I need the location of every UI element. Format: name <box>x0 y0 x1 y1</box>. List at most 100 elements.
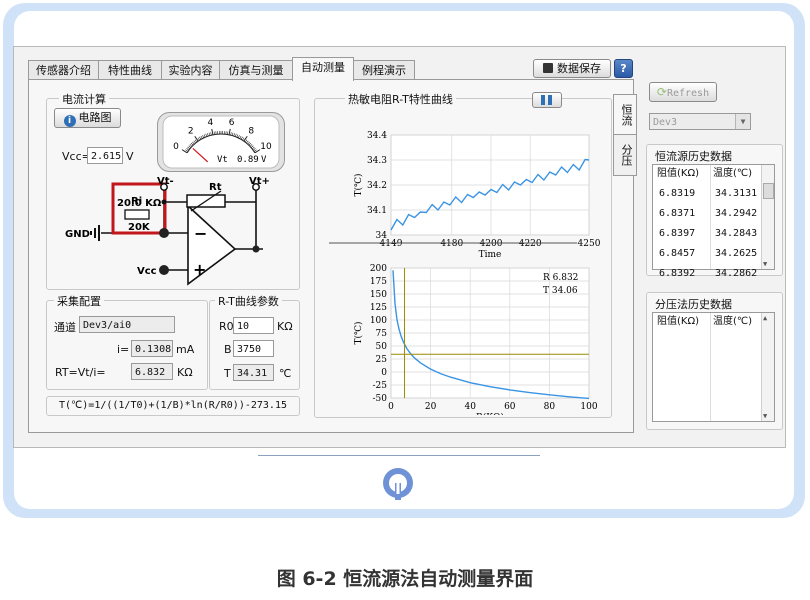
cc-history-title: 恒流源历史数据 <box>652 148 735 164</box>
y-axis-title: T(℃) <box>353 321 364 344</box>
vcc-input[interactable]: 2.615 <box>87 147 123 164</box>
y-tick-label: 34.3 <box>367 156 387 166</box>
current-i-unit: mA <box>176 343 195 356</box>
scroll-thumb[interactable] <box>763 183 774 199</box>
x-tick-label: 4180 <box>440 239 463 249</box>
tab-auto-measure[interactable]: 自动测量 <box>292 57 354 81</box>
tab-constant-current[interactable]: 恒流 <box>613 94 637 136</box>
save-icon <box>543 63 553 73</box>
r0-param-label: R0 <box>219 320 234 333</box>
y-tick-label: 75 <box>376 329 388 339</box>
cc-history-scrollbar[interactable]: ▼ <box>761 165 774 269</box>
footer-divider <box>258 455 540 456</box>
chevron-down-icon: ▼ <box>735 114 750 129</box>
cursor-readout: R 6.832 <box>543 273 578 283</box>
gnd-label: GND <box>65 229 90 240</box>
scroll-down-icon[interactable]: ▼ <box>763 412 767 420</box>
current-i-label: i= <box>117 343 130 356</box>
b-param-label: B <box>224 343 232 356</box>
rt-charts: 4149 4180 4200 4220 42503434.134.234.334.4Ti… <box>329 131 601 415</box>
cc-row-resistance: 6.8457 <box>659 248 696 259</box>
t-param-label: T <box>224 367 231 380</box>
refresh-icon: ⟳ <box>656 85 667 99</box>
y-tick-label: 200 <box>370 264 387 274</box>
y-tick-label: 34.2 <box>367 181 387 191</box>
y-tick-label: 34.1 <box>367 206 387 216</box>
current-i-value: 0.1308 <box>131 340 173 357</box>
vd-history-title: 分压法历史数据 <box>652 296 735 312</box>
refresh-button[interactable]: ⟳Refresh <box>649 82 717 102</box>
rt-params-title: R-T曲线参数 <box>215 293 282 309</box>
vd-history-table[interactable]: 阻值(KΩ) 温度(℃) ▲ ▼ <box>652 312 775 422</box>
meter-tick-label: 6 <box>229 118 235 128</box>
channel-input[interactable]: Dev3/ai0 <box>79 316 175 333</box>
channel-label: 通道 <box>54 321 76 334</box>
save-data-label: 数据保存 <box>557 62 601 75</box>
cc-history-table[interactable]: 阻值(KΩ) 温度(℃) 6.8319 34.3131 6.8371 34.2942 6… <box>652 164 775 279</box>
cc-row-temperature: 34.2942 <box>715 208 758 219</box>
x-axis-title: Time <box>479 250 502 260</box>
app-logo-icon <box>383 468 413 500</box>
cc-row-temperature: 34.2862 <box>715 268 758 279</box>
tab-characteristic[interactable]: 特性曲线 <box>98 60 162 80</box>
info-icon: i <box>63 115 76 127</box>
device-select[interactable]: Dev3 ▼ <box>649 113 751 130</box>
rt-resistance-value: 6.832 <box>131 363 173 380</box>
acquisition-title: 采集配置 <box>54 293 104 309</box>
x-tick-label: 40 <box>464 402 476 412</box>
y-tick-label: 175 <box>370 277 387 287</box>
y-axis-title: T(℃) <box>353 173 364 196</box>
tab-sensor-intro[interactable]: 传感器介绍 <box>28 60 99 80</box>
vd-history-scrollbar[interactable]: ▲ ▼ <box>761 313 774 421</box>
cc-row-resistance: 6.8397 <box>659 228 696 239</box>
voltage-meter: 02 4 6 8 10 Vt 0.89 V <box>157 112 285 172</box>
device-select-value: Dev3 <box>653 117 678 128</box>
y-tick-label: 150 <box>370 290 387 300</box>
meter-readout-label: Vt <box>217 155 228 165</box>
meter-readout-unit: V <box>261 155 267 165</box>
tab-experiment[interactable]: 实验内容 <box>161 60 220 80</box>
ground-symbol <box>90 225 100 241</box>
x-tick-label: 100 <box>580 402 597 412</box>
opamp-minus-sign: − <box>194 224 207 243</box>
vt-plus-label: Vt+ <box>249 176 270 187</box>
x-tick-label: 4220 <box>519 239 542 249</box>
resistance-temperature-chart: 0 20 40 60 80 100 -50 -25 0 25 50 75 100 125 150 175 200… <box>353 264 598 415</box>
vd-header-temperature: 温度(℃) <box>713 316 753 327</box>
vt-minus-label: Vt- <box>157 176 174 187</box>
vcc-node-label: Vcc <box>137 266 157 277</box>
ri-label: Ri <box>131 196 142 207</box>
tab-demo[interactable]: 例程演示 <box>353 60 415 80</box>
rt-label: Rt <box>209 182 222 193</box>
cc-row-resistance: 6.8371 <box>659 208 696 219</box>
x-tick-label: 60 <box>504 402 516 412</box>
current-calc-title: 电流计算 <box>59 91 109 107</box>
scroll-down-icon[interactable]: ▼ <box>763 260 767 268</box>
tab-simulation[interactable]: 仿真与测量 <box>219 60 293 80</box>
x-tick-label: 0 <box>388 402 394 412</box>
r0-param-unit: KΩ <box>277 320 293 333</box>
rt-resistance-unit: KΩ <box>177 366 193 379</box>
tab-voltage-divider[interactable]: 分压 <box>613 134 637 176</box>
cc-row-temperature: 34.2843 <box>715 228 758 239</box>
auto-measure-panel: 电流计算 i 电路图 Vcc= 2.615 V 0 2 4 6 8 10 Vt 0.89 V <box>28 79 637 433</box>
r0-param-input[interactable]: 10 <box>233 317 274 334</box>
x-tick-label: 4250 <box>578 239 601 249</box>
circuit-diagram-button[interactable]: i 电路图 <box>54 108 121 128</box>
t-param-value: 34.31 <box>233 364 274 381</box>
x-tick-label: 20 <box>425 402 437 412</box>
b-param-input[interactable]: 3750 <box>233 340 274 357</box>
help-button[interactable]: ? <box>614 59 633 78</box>
formula-box: T(℃)=1/((1/T0)+(1/B)*ln(R/R0))-273.15 <box>46 396 300 416</box>
save-data-button[interactable]: 数据保存 <box>533 59 611 78</box>
opamp-plus-sign: + <box>193 260 206 279</box>
cc-header-temperature: 温度(℃) <box>713 168 753 179</box>
cc-row-resistance: 6.8319 <box>659 188 696 199</box>
cc-row-temperature: 34.3131 <box>715 188 758 199</box>
x-axis-title: R(KΩ) <box>476 412 504 415</box>
t-param-unit: ℃ <box>279 367 292 380</box>
cc-row-temperature: 34.2625 <box>715 248 758 259</box>
pause-icon <box>541 95 545 105</box>
scroll-up-icon[interactable]: ▲ <box>763 314 767 322</box>
y-tick-label: 100 <box>370 316 387 326</box>
